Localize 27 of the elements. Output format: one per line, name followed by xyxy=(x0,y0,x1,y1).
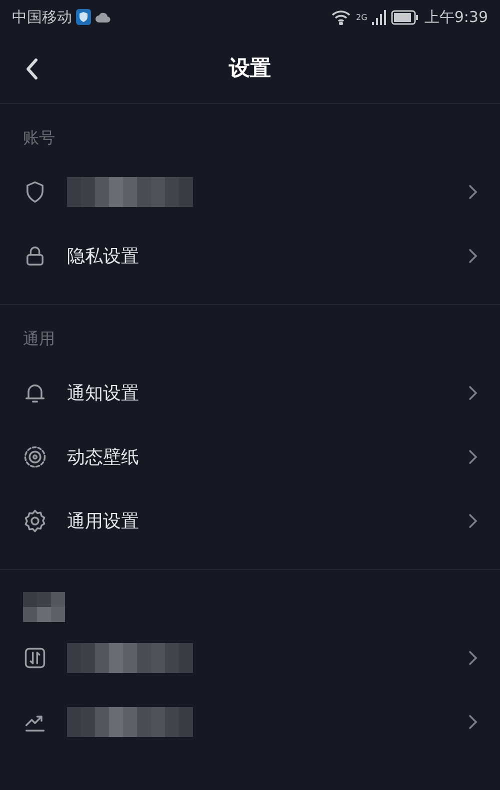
page-title: 设置 xyxy=(229,56,271,80)
chevron-right-icon xyxy=(468,449,478,465)
section-title: 账号 xyxy=(23,127,55,149)
signal-icon xyxy=(372,10,386,24)
row-label: 隐私设置 xyxy=(67,246,139,266)
row-label: 通知设置 xyxy=(67,382,139,404)
chevron-right-icon xyxy=(468,714,478,730)
row-label: 动态壁纸 xyxy=(67,446,139,468)
network-type: 2G xyxy=(356,12,368,24)
chevron-right-icon xyxy=(468,650,478,666)
battery-icon xyxy=(391,10,420,24)
chevron-right-icon xyxy=(468,513,478,529)
chevron-right-icon xyxy=(468,248,478,264)
section-title: 通用 xyxy=(23,328,55,350)
shield-badge-icon xyxy=(76,9,91,25)
chevron-right-icon xyxy=(468,184,478,200)
target-icon xyxy=(22,444,48,470)
chevron-right-icon xyxy=(468,385,478,401)
swap-icon xyxy=(22,645,48,671)
cloud-icon xyxy=(95,12,111,22)
wifi-icon xyxy=(331,10,352,24)
gear-icon xyxy=(22,508,48,534)
pixelated-section-title xyxy=(23,592,65,622)
settings-row[interactable]: 隐私设置 xyxy=(0,220,500,292)
carrier-name: 中国移动 xyxy=(12,6,72,28)
clock-time: 上午9:39 xyxy=(424,6,488,28)
row-label: 通用设置 xyxy=(67,510,139,532)
